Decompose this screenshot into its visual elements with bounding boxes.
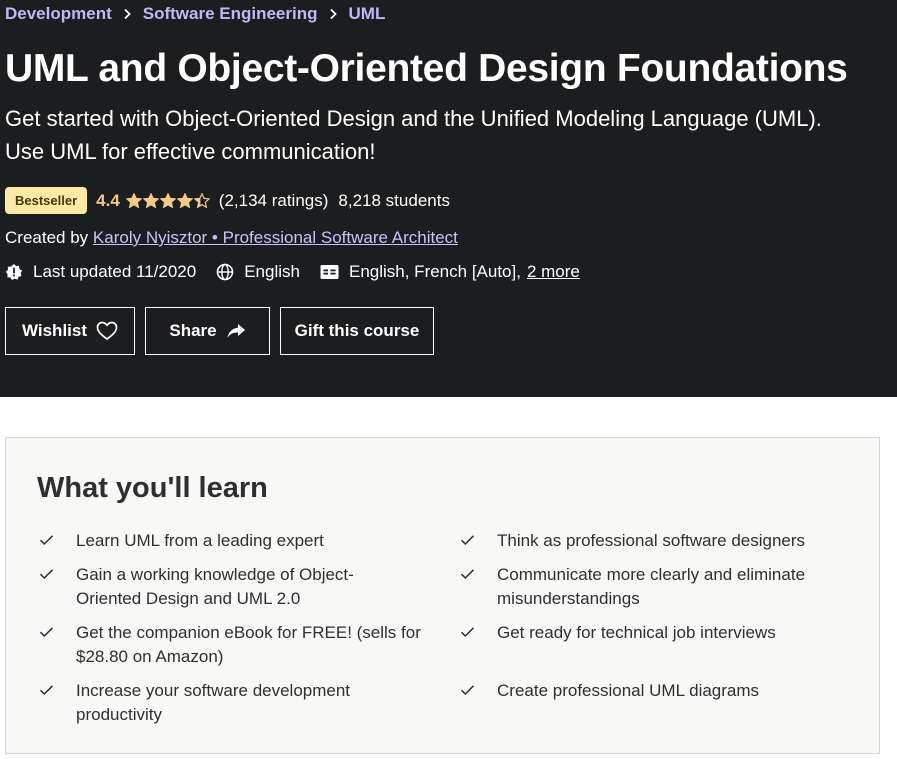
learn-item-text: Create professional UML diagrams bbox=[497, 681, 760, 700]
chevron-right-icon bbox=[123, 8, 132, 20]
course-subtitle: Get started with Object-Oriented Design … bbox=[5, 106, 822, 164]
learn-item-text: Get ready for technical job interviews bbox=[497, 623, 776, 642]
learn-item-text: Get the companion eBook for FREE! (sells… bbox=[76, 623, 421, 666]
created-by-label: Created by bbox=[5, 228, 89, 247]
gift-course-label: Gift this course bbox=[294, 321, 420, 340]
checkmark-icon bbox=[460, 627, 475, 638]
learn-item: Get the companion eBook for FREE! (sells… bbox=[39, 621, 429, 669]
star-full-icon bbox=[125, 193, 142, 208]
created-by: Created by Karoly Nyisztor • Professiona… bbox=[5, 226, 458, 250]
course-actions: Wishlist Share Gift this course bbox=[5, 307, 444, 355]
checkmark-icon bbox=[39, 535, 54, 546]
share-label: Share bbox=[169, 321, 217, 340]
learn-item: Communicate more clearly and eliminate m… bbox=[460, 563, 860, 611]
checkmark-icon bbox=[460, 535, 475, 546]
students-count: 8,218 students bbox=[338, 190, 450, 210]
learn-item-text: Gain a working knowledge of Object- Orie… bbox=[76, 565, 354, 608]
gift-course-button[interactable]: Gift this course bbox=[280, 307, 434, 355]
closed-captions-icon bbox=[320, 265, 339, 279]
bestseller-badge: Bestseller bbox=[5, 187, 88, 214]
star-half-icon bbox=[193, 193, 210, 208]
learn-item-text: Communicate more clearly and eliminate m… bbox=[497, 565, 806, 608]
globe-icon bbox=[216, 263, 234, 281]
captions-text: English, French [Auto], bbox=[348, 262, 521, 281]
alert-badge-icon bbox=[5, 264, 23, 280]
captions: English, French [Auto], 2 more bbox=[320, 262, 580, 282]
share-button[interactable]: Share bbox=[145, 307, 270, 355]
learn-item: Get ready for technical job interviews bbox=[460, 621, 860, 645]
learn-item-text: Increase your software development produ… bbox=[76, 681, 351, 724]
breadcrumb: Development Software Engineering UML bbox=[5, 3, 385, 25]
course-meta: Last updated 11/2020 English English, Fr… bbox=[5, 260, 600, 284]
star-full-icon bbox=[176, 193, 193, 208]
wishlist-button[interactable]: Wishlist bbox=[5, 307, 135, 355]
ratings-count-link[interactable]: (2,134 ratings) bbox=[219, 191, 329, 211]
rating-row: Bestseller 4.4 (2,134 ratings) 8,218 stu… bbox=[5, 187, 450, 214]
course-header: Development Software Engineering UML UML… bbox=[0, 0, 897, 397]
rating-value: 4.4 bbox=[96, 190, 120, 210]
last-updated-text: Last updated 11/2020 bbox=[33, 262, 197, 281]
learn-item: Increase your software development produ… bbox=[39, 679, 429, 727]
course-title: UML and Object-Oriented Design Foundatio… bbox=[5, 47, 848, 90]
captions-more-link[interactable]: 2 more bbox=[527, 262, 580, 282]
checkmark-icon bbox=[39, 685, 54, 696]
share-arrow-icon bbox=[227, 324, 245, 338]
language: English bbox=[216, 262, 300, 282]
learn-item-text: Learn UML from a leading expert bbox=[76, 531, 324, 550]
breadcrumb-uml[interactable]: UML bbox=[349, 4, 386, 24]
chevron-right-icon bbox=[329, 8, 338, 20]
star-rating[interactable] bbox=[125, 193, 211, 208]
learn-item: Gain a working knowledge of Object- Orie… bbox=[39, 563, 429, 611]
breadcrumb-development[interactable]: Development bbox=[5, 4, 112, 24]
learn-section-title: What you'll learn bbox=[37, 472, 268, 504]
checkmark-icon bbox=[460, 569, 475, 580]
wishlist-label: Wishlist bbox=[21, 321, 88, 340]
checkmark-icon bbox=[460, 685, 475, 696]
star-full-icon bbox=[159, 193, 176, 208]
what-you-will-learn: What you'll learn Learn UML from a leadi… bbox=[5, 437, 880, 754]
learn-item: Create professional UML diagrams bbox=[460, 679, 860, 703]
breadcrumb-software-engineering[interactable]: Software Engineering bbox=[143, 4, 318, 24]
checkmark-icon bbox=[39, 627, 54, 638]
learn-item: Think as professional software designers bbox=[460, 529, 860, 553]
learn-item-text: Think as professional software designers bbox=[497, 531, 806, 550]
instructor-link[interactable]: Karoly Nyisztor • Professional Software … bbox=[93, 228, 458, 247]
heart-icon bbox=[96, 321, 118, 340]
star-full-icon bbox=[142, 193, 159, 208]
checkmark-icon bbox=[39, 569, 54, 580]
language-text: English bbox=[244, 262, 300, 281]
learn-item: Learn UML from a leading expert bbox=[39, 529, 429, 553]
last-updated: Last updated 11/2020 bbox=[5, 262, 196, 282]
